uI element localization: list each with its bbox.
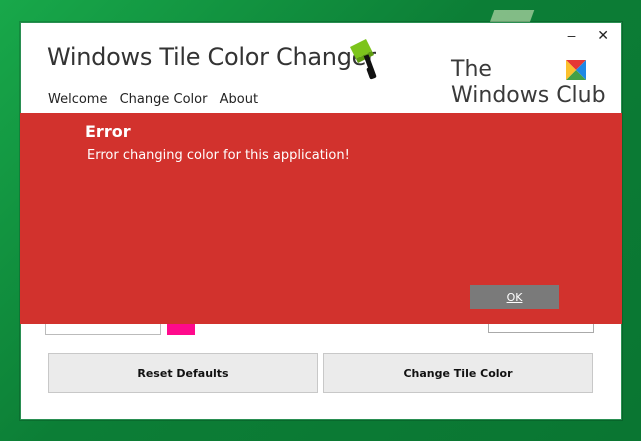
error-message: Error changing color for this applicatio… (87, 148, 350, 163)
nav-item-welcome[interactable]: Welcome (48, 92, 107, 107)
windows-club-logo-icon (566, 60, 586, 80)
ok-button[interactable]: OK (470, 285, 559, 309)
app-title: Windows Tile Color Changer (47, 43, 376, 71)
nav-menu: Welcome Change Color About (48, 92, 266, 107)
close-icon[interactable]: ✕ (597, 27, 609, 44)
error-title: Error (85, 122, 131, 141)
minimize-icon[interactable]: – (568, 27, 576, 43)
change-tile-color-button[interactable]: Change Tile Color (323, 353, 593, 393)
window-controls: – ✕ (550, 27, 609, 44)
logo-line2: Windows Club (451, 83, 606, 108)
paint-roller-icon (350, 39, 377, 80)
nav-item-change-color[interactable]: Change Color (120, 92, 208, 107)
error-dialog: Error Error changing color for this appl… (20, 113, 622, 324)
nav-item-about[interactable]: About (220, 92, 258, 107)
reset-defaults-button[interactable]: Reset Defaults (48, 353, 318, 393)
